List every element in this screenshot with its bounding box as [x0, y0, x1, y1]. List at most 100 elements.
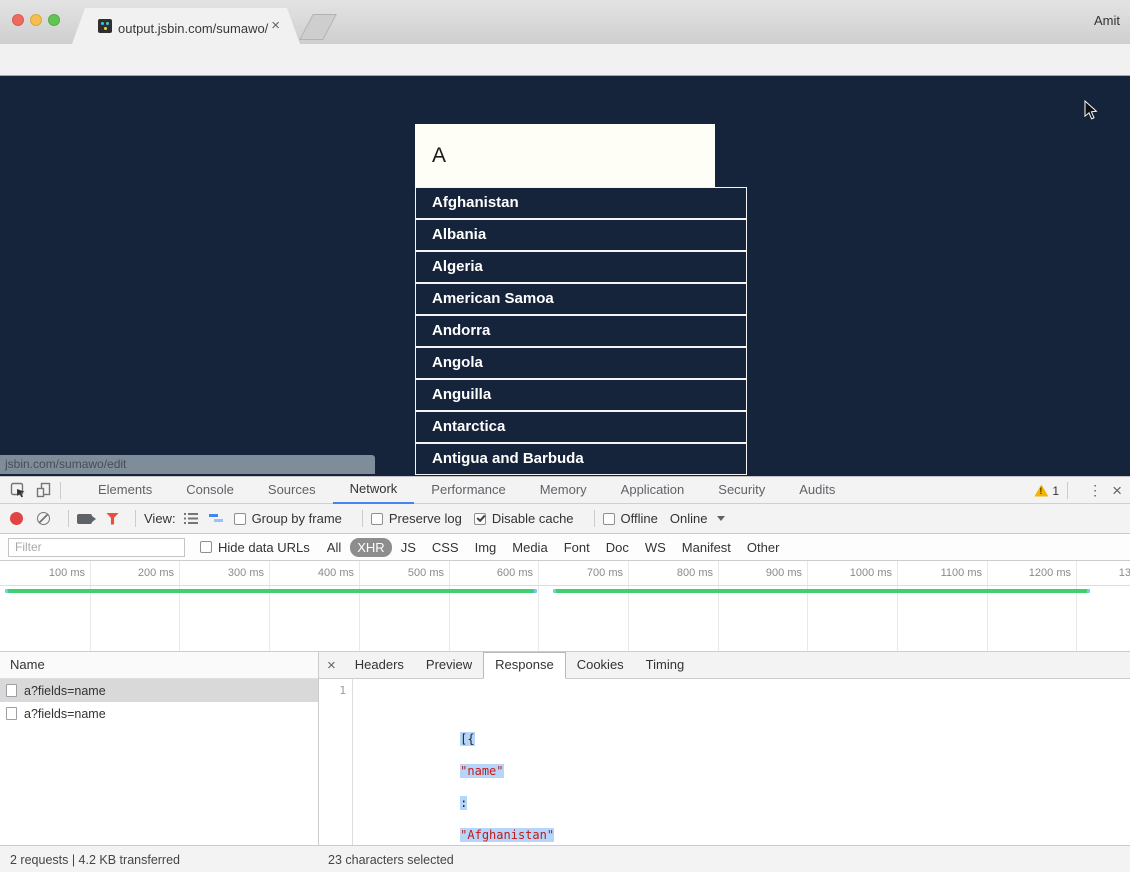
resource-filter-pill[interactable]: Other: [740, 538, 787, 557]
devtools-tab[interactable]: Sources: [251, 477, 333, 504]
line-number-gutter: 1: [319, 679, 353, 845]
waterfall-area[interactable]: [0, 586, 1130, 652]
devtools-tab[interactable]: Security: [701, 477, 782, 504]
devtools-tabbar: Elements Console Sources Network Perform…: [0, 477, 1130, 504]
mouse-cursor: [1084, 100, 1099, 121]
devtools-tab[interactable]: Network: [333, 477, 415, 504]
response-tab[interactable]: Timing: [635, 652, 696, 679]
network-body: Name a?fields=name a?fields=name: [0, 652, 1130, 845]
resource-filter-pill[interactable]: Img: [468, 538, 504, 557]
waterfall-bar[interactable]: [5, 589, 537, 593]
timeline-tick-label: 500 ms: [374, 567, 444, 579]
devtools-tab[interactable]: Memory: [523, 477, 604, 504]
devtools-menu-icon[interactable]: ⋮: [1088, 482, 1102, 499]
response-tab[interactable]: Headers: [344, 652, 415, 679]
window-close-button[interactable]: [12, 14, 24, 26]
dropdown-item[interactable]: Afghanistan: [415, 187, 747, 219]
devtools-tab[interactable]: Audits: [782, 477, 852, 504]
timeline-gridline: [179, 561, 180, 585]
clear-requests-icon[interactable]: [37, 512, 50, 525]
timeline-gridline: [897, 561, 898, 585]
throttling-dropdown-arrow-icon[interactable]: [717, 516, 725, 521]
filter-funnel-icon[interactable]: [106, 513, 119, 525]
resource-filter-pill[interactable]: WS: [638, 538, 673, 557]
group-by-frame-checkbox[interactable]: [234, 513, 246, 525]
inspect-element-icon[interactable]: [10, 482, 26, 498]
waterfall-overview-icon[interactable]: [208, 513, 224, 524]
requests-summary: 2 requests | 4.2 KB transferred: [10, 853, 180, 867]
timeline-gridline: [269, 561, 270, 585]
record-button[interactable]: [10, 512, 23, 525]
window-minimize-button[interactable]: [30, 14, 42, 26]
device-toolbar-icon[interactable]: [36, 482, 52, 498]
dropdown-item[interactable]: Antarctica: [415, 411, 747, 443]
request-row[interactable]: a?fields=name: [0, 702, 318, 725]
page-content: Afghanistan Albania Algeria American Sam…: [0, 76, 1130, 476]
devtools-tab[interactable]: Performance: [414, 477, 522, 504]
devtools-tab-label: Sources: [268, 482, 316, 497]
resource-filter-pill[interactable]: JS: [394, 538, 423, 557]
filter-input[interactable]: [8, 538, 185, 557]
link-status-bubble: jsbin.com/sumawo/edit: [0, 455, 375, 474]
timeline-gridline: [807, 586, 808, 651]
waterfall-bar[interactable]: [553, 589, 1090, 593]
devtools-close-icon[interactable]: ×: [1112, 481, 1122, 501]
response-token: "Afghanistan": [460, 828, 554, 842]
preserve-log-checkbox[interactable]: [371, 513, 383, 525]
disable-cache-checkbox[interactable]: [474, 513, 486, 525]
response-tab[interactable]: Cookies: [566, 652, 635, 679]
devtools-tab[interactable]: Elements: [81, 477, 169, 504]
dropdown-item[interactable]: Algeria: [415, 251, 747, 283]
dropdown-item[interactable]: Antigua and Barbuda: [415, 443, 747, 475]
close-detail-icon[interactable]: ×: [325, 657, 344, 674]
capture-screenshots-icon[interactable]: [77, 514, 92, 524]
response-tab-label: Cookies: [577, 657, 624, 672]
new-tab-button[interactable]: [299, 14, 337, 40]
dropdown-item[interactable]: Andorra: [415, 315, 747, 347]
timeline-tick-label: 900 ms: [732, 567, 802, 579]
throttling-select[interactable]: Online: [670, 511, 708, 526]
document-icon: [6, 684, 17, 697]
timeline-gridline: [90, 586, 91, 651]
resource-filter-pill[interactable]: Doc: [599, 538, 636, 557]
dropdown-item[interactable]: Albania: [415, 219, 747, 251]
hide-data-urls-checkbox[interactable]: [200, 541, 212, 553]
devtools-tab[interactable]: Console: [169, 477, 251, 504]
response-tab-label: Timing: [646, 657, 685, 672]
preserve-log-label[interactable]: Preserve log: [389, 511, 462, 526]
response-tabbar: × Headers Preview Response Cookies Timin…: [319, 652, 1130, 679]
warning-count[interactable]: 1: [1052, 484, 1059, 498]
request-row[interactable]: a?fields=name: [0, 679, 318, 702]
document-icon: [6, 707, 17, 720]
panel-divider[interactable]: [318, 652, 319, 872]
dropdown-item[interactable]: American Samoa: [415, 283, 747, 315]
small-rows-icon[interactable]: [184, 513, 198, 524]
resource-filter-pill[interactable]: All: [320, 538, 348, 557]
devtools-tab-label: Application: [621, 482, 685, 497]
requests-name-header[interactable]: Name: [0, 652, 318, 679]
warning-icon[interactable]: [1034, 485, 1048, 497]
resource-filter-pill[interactable]: XHR: [350, 538, 391, 557]
group-by-frame-label[interactable]: Group by frame: [252, 511, 342, 526]
response-tab[interactable]: Response: [483, 652, 566, 679]
tab-close-icon[interactable]: ×: [271, 19, 280, 33]
resource-filter-pill[interactable]: CSS: [425, 538, 466, 557]
devtools-tab[interactable]: Application: [604, 477, 702, 504]
offline-label[interactable]: Offline: [621, 511, 658, 526]
resource-filter-pill[interactable]: Media: [505, 538, 554, 557]
response-tab[interactable]: Preview: [415, 652, 483, 679]
dropdown-item[interactable]: Angola: [415, 347, 747, 379]
resource-filter-pill[interactable]: Font: [557, 538, 597, 557]
devtools-tabbar-right: 1 ⋮ ×: [1034, 477, 1122, 504]
hide-data-urls-label[interactable]: Hide data URLs: [218, 540, 310, 555]
disable-cache-label[interactable]: Disable cache: [492, 511, 574, 526]
browser-tab[interactable]: output.jsbin.com/sumawo/ ×: [72, 8, 300, 44]
devtools-tab-label: Memory: [540, 482, 587, 497]
devtools-tab-label: Network: [350, 481, 398, 496]
dropdown-item[interactable]: Anguilla: [415, 379, 747, 411]
offline-checkbox[interactable]: [603, 513, 615, 525]
autocomplete-input[interactable]: [415, 124, 715, 187]
response-code-line[interactable]: [{ "name" : "Afghanistan" } ,{ "name": [353, 679, 569, 845]
resource-filter-pill[interactable]: Manifest: [675, 538, 738, 557]
window-zoom-button[interactable]: [48, 14, 60, 26]
